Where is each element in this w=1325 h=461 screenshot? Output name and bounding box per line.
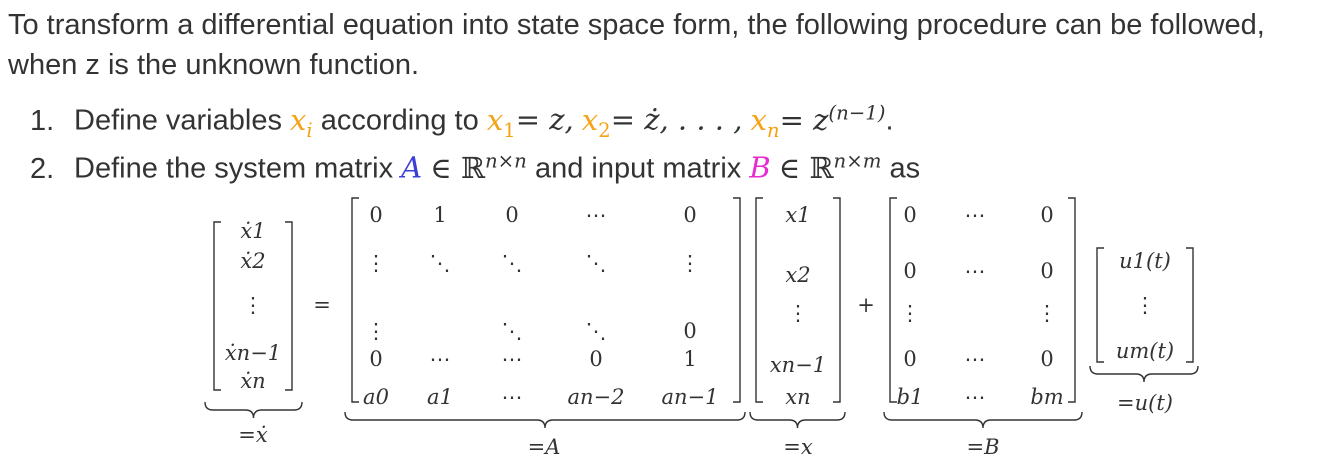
A-matrix-cell: ⋱ xyxy=(430,251,451,275)
B-matrix-cell: 0 xyxy=(903,203,916,227)
A-matrix-cell: 0 xyxy=(683,319,696,343)
A-matrix-cell: an−1 xyxy=(661,385,718,409)
A-matrix-cell: a1 xyxy=(427,385,453,409)
B-matrix-cell: ⋯ xyxy=(965,259,986,283)
xdot-entry: ẋ2 xyxy=(240,249,265,273)
xdot-entry: ⋮ xyxy=(243,293,264,317)
A-matrix-cell: ⋱ xyxy=(502,319,523,343)
A-brace xyxy=(344,411,746,429)
x-entry: xn−1 xyxy=(770,353,826,377)
A-matrix-cell: a0 xyxy=(363,385,389,409)
u-brace xyxy=(1089,365,1199,383)
A-matrix-cell: ⋮ xyxy=(680,251,701,275)
A-matrix-cell: ⋯ xyxy=(502,347,523,371)
xdot-label: =ẋ xyxy=(238,423,268,447)
B-matrix-cell: bm xyxy=(1030,385,1063,409)
u-entry: u1(t) xyxy=(1119,249,1171,273)
A-label: =A xyxy=(528,435,561,459)
A-matrix-cell: ⋱ xyxy=(502,251,523,275)
A-matrix-cell: 1 xyxy=(433,203,446,227)
A-matrix-cell: 0 xyxy=(505,203,518,227)
A-matrix-cell: 0 xyxy=(369,203,382,227)
A-matrix-cell: 0 xyxy=(683,203,696,227)
B-matrix-cell: ⋮ xyxy=(900,301,921,325)
A-matrix-cell: ⋱ xyxy=(586,319,607,343)
A-matrix-cell: ⋮ xyxy=(366,319,387,343)
A-matrix-right-bracket xyxy=(733,197,741,403)
A-matrix-cell: ⋯ xyxy=(586,203,607,227)
A-matrix-cell: 0 xyxy=(589,347,602,371)
B-matrix-cell: 0 xyxy=(1040,347,1053,371)
A-matrix-cell: ⋮ xyxy=(366,251,387,275)
xdot-vector-left-bracket xyxy=(213,221,221,391)
x-entry: xn xyxy=(785,385,810,409)
x-entry: x1 xyxy=(785,203,810,227)
xdot-entry: ẋn−1 xyxy=(225,341,281,365)
x-entry: x2 xyxy=(785,263,810,287)
B-matrix-cell: 0 xyxy=(903,259,916,283)
B-label: =B xyxy=(966,435,999,459)
B-matrix-cell: ⋯ xyxy=(965,385,986,409)
A-matrix-cell: an−2 xyxy=(567,385,624,409)
A-matrix-left-bracket xyxy=(351,197,359,403)
B-matrix-cell: b1 xyxy=(897,385,924,409)
B-matrix-cell: 0 xyxy=(1040,259,1053,283)
x-vector-left-bracket xyxy=(755,197,763,403)
state-space-equation: ẋ1 ẋ2 ⋮ ẋn−1 ẋn =ẋ = 0 1 0 ⋯ 0 ⋮ ⋱ ⋱ ⋱ ⋮ ⋮ ⋱ ⋱ 0 0 ⋯ ⋯ 0 1 a0 a1 ⋯ an… xyxy=(204,197,1199,459)
B-matrix-right-bracket xyxy=(1068,197,1076,403)
B-brace xyxy=(883,411,1083,429)
u-entry: um(t) xyxy=(1116,339,1174,363)
B-matrix-cell: 0 xyxy=(1040,203,1053,227)
u-vector-right-bracket xyxy=(1186,247,1194,363)
x-vector-right-bracket xyxy=(833,197,841,403)
A-matrix-cell: ⋯ xyxy=(430,347,451,371)
B-matrix-cell: ⋮ xyxy=(1037,301,1058,325)
xdot-vector-right-bracket xyxy=(285,221,293,391)
B-matrix-cell: ⋯ xyxy=(965,347,986,371)
A-matrix-cell: 1 xyxy=(683,347,696,371)
u-entry: ⋮ xyxy=(1135,293,1156,317)
u-vector-left-bracket xyxy=(1096,247,1104,363)
xdot-entry: ẋ1 xyxy=(240,219,265,243)
A-matrix-cell: ⋱ xyxy=(586,251,607,275)
plus-sign: + xyxy=(857,293,875,317)
x-entry: ⋮ xyxy=(788,301,809,325)
x-brace xyxy=(749,411,846,429)
equals-sign: = xyxy=(313,293,331,317)
A-matrix-cell: ⋯ xyxy=(502,385,523,409)
u-label: =u(t) xyxy=(1117,391,1173,415)
xdot-entry: ẋn xyxy=(240,369,265,393)
x-label: =x xyxy=(783,435,813,459)
xdot-brace xyxy=(204,401,303,419)
B-matrix-left-bracket xyxy=(889,197,897,403)
B-matrix-cell: ⋯ xyxy=(965,203,986,227)
A-matrix-cell: 0 xyxy=(369,347,382,371)
B-matrix-cell: 0 xyxy=(903,347,916,371)
